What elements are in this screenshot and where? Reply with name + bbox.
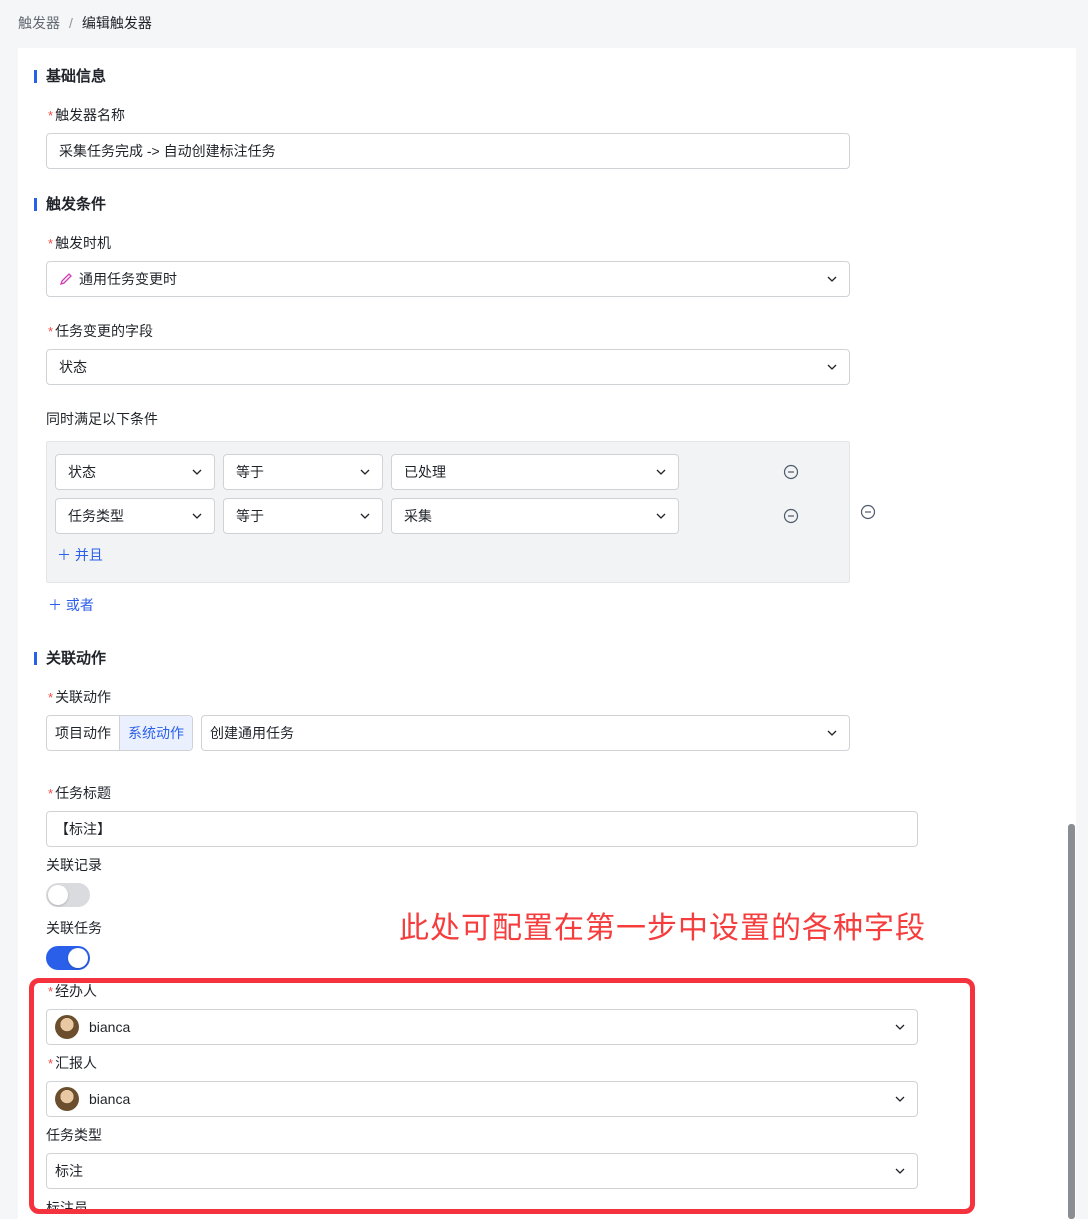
action-value: 创建通用任务 — [210, 725, 294, 741]
changed-field-value: 状态 — [59, 359, 87, 375]
required-mark: * — [48, 236, 54, 251]
remove-condition-icon[interactable] — [783, 508, 799, 524]
plus-icon: ＋ — [48, 597, 62, 613]
toggle-knob — [48, 885, 68, 905]
link-task-toggle[interactable] — [46, 946, 90, 970]
condition-field-value: 任务类型 — [68, 508, 124, 524]
tab-project-action[interactable]: 项目动作 — [47, 716, 119, 750]
add-or-label: 或者 — [65, 597, 94, 613]
chevron-down-icon — [656, 467, 666, 477]
section-marker — [34, 198, 37, 211]
remove-group-icon[interactable] — [860, 504, 876, 520]
required-mark: * — [48, 108, 54, 123]
task-title-label: * 任务标题 — [48, 783, 111, 804]
add-or-condition-button[interactable]: ＋ 或者 — [48, 595, 94, 615]
pencil-icon — [59, 272, 73, 286]
section-marker — [34, 652, 37, 665]
section-title-condition-text: 触发条件 — [46, 196, 107, 213]
breadcrumb: 触发器 / 编辑触发器 — [18, 13, 152, 33]
trigger-timing-select[interactable]: 通用任务变更时 — [46, 261, 850, 297]
task-title-input[interactable]: 【标注】 — [46, 811, 918, 847]
task-title-value: 【标注】 — [55, 821, 111, 837]
trigger-timing-value: 通用任务变更时 — [79, 271, 177, 287]
condition-value-select[interactable]: 已处理 — [391, 454, 679, 490]
trigger-timing-label: * 触发时机 — [48, 233, 111, 254]
condition-field-select[interactable]: 状态 — [55, 454, 215, 490]
changed-field-label: * 任务变更的字段 — [48, 321, 153, 342]
condition-value: 已处理 — [404, 464, 446, 480]
trigger-name-label: * 触发器名称 — [48, 105, 125, 126]
task-title-label-text: 任务标题 — [55, 785, 112, 801]
chevron-down-icon — [360, 511, 370, 521]
required-mark: * — [48, 690, 54, 705]
required-mark: * — [48, 786, 54, 801]
condition-operator-value: 等于 — [236, 508, 264, 524]
chevron-down-icon — [192, 467, 202, 477]
trigger-name-label-text: 触发器名称 — [55, 107, 126, 123]
changed-field-label-text: 任务变更的字段 — [55, 323, 154, 339]
section-marker — [34, 70, 37, 83]
condition-field-select[interactable]: 任务类型 — [55, 498, 215, 534]
annotation-text: 此处可配置在第一步中设置的各种字段 — [399, 911, 926, 946]
condition-operator-select[interactable]: 等于 — [223, 498, 383, 534]
link-record-label: 关联记录 — [46, 857, 102, 873]
changed-field-select[interactable]: 状态 — [46, 349, 850, 385]
section-title-condition: 触发条件 — [34, 195, 107, 215]
condition-group: 状态 等于 已处理 任务类型 等于 采集 ＋ 并且 — [46, 441, 850, 583]
action-select[interactable]: 创建通用任务 — [201, 715, 850, 751]
link-record-toggle[interactable] — [46, 883, 90, 907]
condition-operator-value: 等于 — [236, 464, 264, 480]
add-and-condition-button[interactable]: ＋ 并且 — [57, 545, 103, 565]
section-title-action: 关联动作 — [34, 649, 107, 669]
action-label: * 关联动作 — [48, 687, 111, 708]
chevron-down-icon — [656, 511, 666, 521]
action-type-segmented: 项目动作 系统动作 — [46, 715, 193, 751]
trigger-name-value: 采集任务完成 -> 自动创建标注任务 — [59, 143, 276, 159]
add-and-label: 并且 — [74, 547, 103, 563]
trigger-timing-label-text: 触发时机 — [55, 235, 112, 251]
chevron-down-icon — [827, 362, 837, 372]
chevron-down-icon — [827, 274, 837, 284]
scrollbar[interactable] — [1068, 824, 1075, 1219]
chevron-down-icon — [827, 728, 837, 738]
conditions-label: 同时满足以下条件 — [46, 411, 158, 427]
condition-value: 采集 — [404, 508, 432, 524]
condition-operator-select[interactable]: 等于 — [223, 454, 383, 490]
chevron-down-icon — [360, 467, 370, 477]
condition-field-value: 状态 — [68, 464, 96, 480]
breadcrumb-current: 编辑触发器 — [81, 15, 152, 31]
link-task-label: 关联任务 — [46, 920, 102, 936]
remove-condition-icon[interactable] — [783, 464, 799, 480]
section-title-basic-text: 基础信息 — [46, 68, 107, 85]
action-label-text: 关联动作 — [55, 689, 112, 705]
chevron-down-icon — [192, 511, 202, 521]
annotation-highlight-box — [29, 978, 975, 1214]
condition-value-select[interactable]: 采集 — [391, 498, 679, 534]
breadcrumb-separator: / — [69, 15, 73, 31]
trigger-name-input[interactable]: 采集任务完成 -> 自动创建标注任务 — [46, 133, 850, 169]
section-title-basic: 基础信息 — [34, 67, 107, 87]
required-mark: * — [48, 324, 54, 339]
section-title-action-text: 关联动作 — [46, 650, 107, 667]
breadcrumb-parent[interactable]: 触发器 — [18, 15, 60, 31]
tab-system-action[interactable]: 系统动作 — [119, 716, 192, 750]
toggle-knob — [68, 948, 88, 968]
plus-icon: ＋ — [57, 547, 71, 563]
